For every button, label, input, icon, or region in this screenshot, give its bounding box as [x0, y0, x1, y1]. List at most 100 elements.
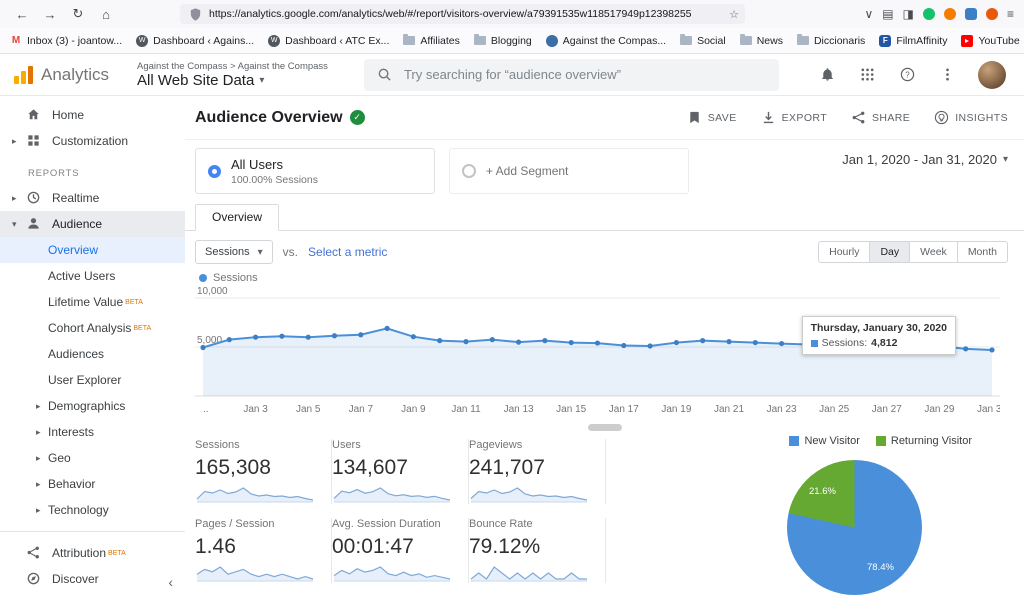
- sidebar-item-label: User Explorer: [48, 373, 122, 387]
- bookmark-item-dashboard-agains[interactable]: W Dashboard ‹ Agains...: [136, 34, 255, 47]
- library-icon[interactable]: ▤: [882, 7, 893, 21]
- sidebar-item-cohort-analysis[interactable]: Cohort Analysis BETA: [0, 315, 185, 341]
- extension-orange-icon[interactable]: [943, 8, 956, 20]
- search-placeholder: Try searching for “audience overview”: [403, 67, 621, 82]
- select-metric-link[interactable]: Select a metric: [308, 245, 387, 259]
- granularity-hourly[interactable]: Hourly: [818, 241, 871, 263]
- beta-tag: BETA: [133, 324, 152, 332]
- sidebar-item-audiences[interactable]: Audiences: [0, 341, 185, 367]
- bookmark-item-against-the-compas[interactable]: Against the Compas...: [545, 34, 666, 47]
- tab-overview[interactable]: Overview: [195, 204, 280, 231]
- bookmark-item-news[interactable]: News: [739, 34, 783, 47]
- sidebar-item-audience[interactable]: ▾ Audience: [0, 211, 185, 237]
- sidebar-item-technology[interactable]: ▸ Technology: [0, 497, 185, 523]
- home-button[interactable]: ⌂: [94, 7, 118, 22]
- granularity-toggle: Hourly Day Week Month: [818, 241, 1008, 263]
- sidebar-item-behavior[interactable]: ▸ Behavior: [0, 471, 185, 497]
- insights-button[interactable]: INSIGHTS: [934, 110, 1008, 125]
- sidebar-item-active-users[interactable]: Active Users: [0, 263, 185, 289]
- tab-strip: Overview: [185, 204, 1024, 231]
- sidebar-item-realtime[interactable]: ▸ Realtime: [0, 185, 185, 211]
- sidebar-collapse-button[interactable]: ‹: [168, 574, 173, 590]
- search-input[interactable]: Try searching for “audience overview”: [363, 58, 779, 91]
- page-title: Audience Overview: [195, 108, 343, 126]
- date-range-picker[interactable]: Jan 1, 2020 - Jan 31, 2020 ▾: [842, 148, 1008, 167]
- forward-button[interactable]: →: [38, 7, 62, 22]
- add-segment-button[interactable]: + Add Segment: [449, 148, 689, 194]
- sidebar-item-customization[interactable]: ▸ Customization: [0, 128, 185, 154]
- export-button[interactable]: EXPORT: [761, 110, 827, 125]
- bookmark-item-blogging[interactable]: Blogging: [473, 34, 532, 47]
- bookmark-item-filmaffinity[interactable]: F FilmAffinity: [879, 34, 948, 47]
- bookmark-item-youtube[interactable]: YouTube: [961, 34, 1020, 47]
- bookmark-item-social[interactable]: Social: [680, 34, 726, 47]
- granularity-month[interactable]: Month: [956, 241, 1008, 263]
- sidebar-item-overview[interactable]: Overview: [0, 237, 185, 263]
- url-bar[interactable]: https://analytics.google.com/analytics/w…: [180, 4, 745, 24]
- ga-header: Analytics Against the Compass > Against …: [0, 54, 1024, 96]
- search-icon: [376, 66, 394, 84]
- sidebar-item-label: Cohort Analysis: [48, 321, 132, 335]
- avatar[interactable]: [978, 60, 1006, 89]
- metric-card-pageviews: Pageviews 241,707: [469, 439, 606, 504]
- sidebar-item-label: Interests: [48, 425, 95, 439]
- bookmark-label: FilmAffinity: [896, 34, 948, 47]
- svg-text:Jan 17: Jan 17: [609, 404, 639, 415]
- svg-text:Jan 23: Jan 23: [767, 404, 797, 415]
- bookmark-item-inbox-3-joantow[interactable]: M Inbox (3) - joantow...: [10, 35, 122, 47]
- sidebar-item-interests[interactable]: ▸ Interests: [0, 419, 185, 445]
- sidebar-item-lifetime-value[interactable]: Lifetime Value BETA: [0, 289, 185, 315]
- audience-icon: [26, 216, 42, 232]
- extension-red-icon[interactable]: [985, 8, 998, 20]
- metric-card-sessions: Sessions 165,308: [195, 439, 332, 504]
- bookmark-label: Dashboard ‹ Agains...: [153, 34, 255, 47]
- back-button[interactable]: ←: [10, 7, 34, 22]
- sidebar-item-attribution[interactable]: Attribution BETA: [0, 540, 185, 566]
- svg-text:Jan 9: Jan 9: [401, 404, 426, 415]
- svg-text:Jan 11: Jan 11: [451, 404, 481, 415]
- translate-extension-icon[interactable]: [964, 8, 977, 20]
- bookmark-label: Social: [697, 34, 726, 47]
- sidebar-item-geo[interactable]: ▸ Geo: [0, 445, 185, 471]
- chevron-right-icon: ▸: [12, 192, 17, 203]
- bookmark-item-diccionaris[interactable]: Diccionaris: [796, 34, 865, 47]
- sidebar-item-user-explorer[interactable]: User Explorer: [0, 367, 185, 393]
- bookmark-item-dashboard-atc-ex[interactable]: W Dashboard ‹ ATC Ex...: [268, 34, 389, 47]
- metric-dropdown[interactable]: Sessions ▾: [195, 240, 273, 264]
- segment-all-users[interactable]: All Users 100.00% Sessions: [195, 148, 435, 194]
- pocket-icon[interactable]: ∨: [865, 7, 874, 21]
- share-button[interactable]: SHARE: [851, 110, 910, 125]
- vs-label: vs.: [282, 245, 299, 259]
- granularity-day[interactable]: Day: [869, 241, 911, 263]
- chart-tooltip: Thursday, January 30, 2020 Sessions: 4,8…: [801, 316, 956, 355]
- discover-icon: [26, 571, 42, 587]
- chart-scrollbar[interactable]: [587, 424, 622, 431]
- metric-value: 134,607: [332, 456, 408, 479]
- reload-button[interactable]: ↻: [66, 6, 90, 22]
- account-picker[interactable]: Against the Compass > Against the Compas…: [137, 61, 328, 89]
- segment-radio-icon: [208, 164, 221, 178]
- sidebar-item-demographics[interactable]: ▸ Demographics: [0, 393, 185, 419]
- more-vert-icon[interactable]: [938, 66, 956, 84]
- sidebar-item-home[interactable]: Home: [0, 102, 185, 128]
- bookmark-item-affiliates[interactable]: Affiliates: [403, 34, 460, 47]
- save-button[interactable]: SAVE: [687, 110, 737, 125]
- sidebar-item-label: Realtime: [52, 191, 100, 205]
- chevron-down-icon: ▾: [257, 246, 263, 258]
- sidebar-item-admin[interactable]: Admin: [0, 592, 185, 596]
- help-icon[interactable]: ?: [898, 66, 916, 84]
- notifications-bell-icon[interactable]: [818, 66, 836, 84]
- apps-grid-icon[interactable]: [858, 66, 876, 84]
- sidebar-toggle-icon[interactable]: ◨: [903, 7, 914, 21]
- sidebar-item-discover[interactable]: Discover: [0, 566, 185, 592]
- grammarly-extension-icon[interactable]: [922, 8, 935, 20]
- sidebar-item-label: Technology: [48, 503, 109, 517]
- visitor-type-pie-chart[interactable]: 78.4% 21.6%: [787, 460, 922, 595]
- svg-text:..: ..: [203, 404, 209, 415]
- sidebar-item-label: Discover: [52, 572, 99, 586]
- bookmark-star-icon[interactable]: ☆: [729, 8, 739, 21]
- browser-toolbar: ← → ↻ ⌂ https://analytics.google.com/ana…: [0, 0, 1024, 28]
- granularity-week[interactable]: Week: [909, 241, 958, 263]
- menu-icon[interactable]: ≡: [1007, 7, 1014, 21]
- series-legend-dot-icon: [199, 274, 207, 282]
